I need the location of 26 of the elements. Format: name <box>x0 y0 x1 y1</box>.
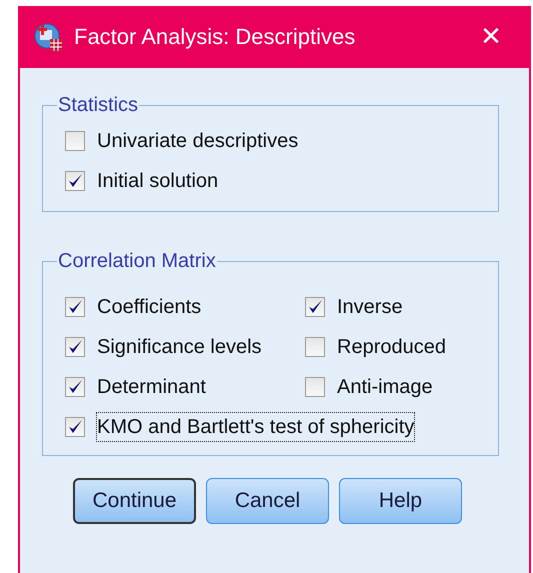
checkbox-label: Univariate descriptives <box>97 129 298 154</box>
close-button[interactable]: ✕ <box>461 15 521 59</box>
checkbox-label: Initial solution <box>97 169 218 194</box>
checkbox[interactable] <box>305 337 325 357</box>
checkbox-label: Reproduced <box>337 335 446 360</box>
checkbox[interactable] <box>65 337 85 357</box>
checkbox[interactable] <box>305 377 325 397</box>
checkbox-label: Determinant <box>97 375 206 400</box>
checkbox[interactable] <box>305 297 325 317</box>
checkbox[interactable] <box>65 131 85 151</box>
checkbox-label: Significance levels <box>97 335 262 360</box>
checkbox-label: Inverse <box>337 295 403 320</box>
group-title: Correlation Matrix <box>57 250 217 273</box>
dialog-button[interactable]: Help <box>339 478 462 524</box>
checkbox[interactable] <box>65 377 85 397</box>
checkbox[interactable] <box>65 417 85 437</box>
checkbox-label: Coefficients <box>97 295 202 320</box>
group-title: Statistics <box>57 94 140 117</box>
checkbox-label: Anti-image <box>337 375 433 400</box>
dialog-button[interactable]: Cancel <box>206 478 329 524</box>
checkbox-label: KMO and Bartlett's test of sphericity <box>97 413 414 441</box>
window-title: Factor Analysis: Descriptives <box>74 24 356 50</box>
checkbox[interactable] <box>65 171 85 191</box>
app-icon <box>34 22 64 52</box>
checkbox[interactable] <box>65 297 85 317</box>
dialog-button[interactable]: Continue <box>73 478 196 524</box>
